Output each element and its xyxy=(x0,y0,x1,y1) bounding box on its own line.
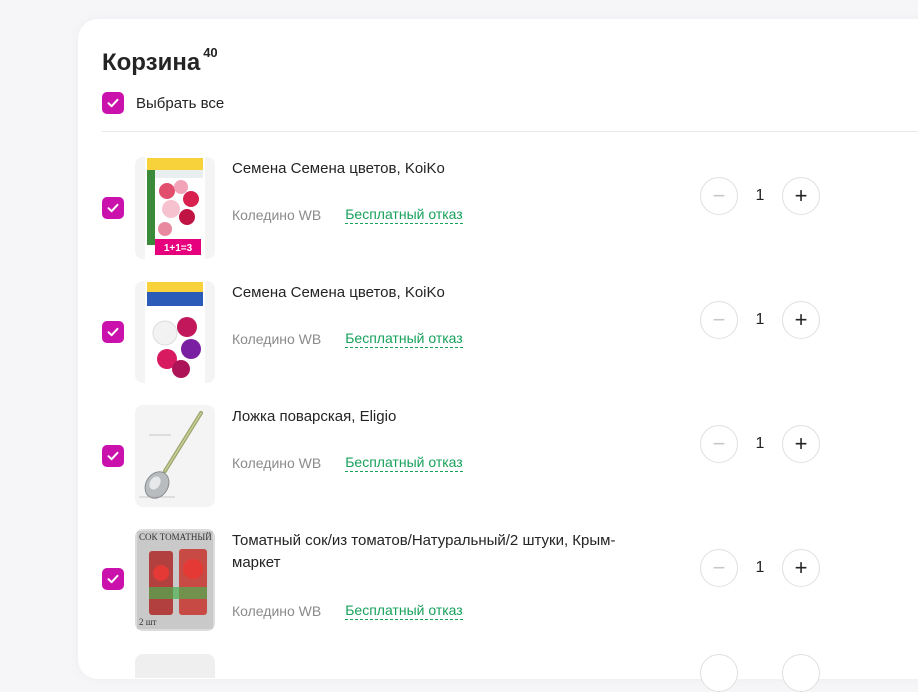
next-item-increase-partial[interactable] xyxy=(782,654,820,692)
warehouse-label: Коледино WB xyxy=(232,455,322,471)
tomato-juice-image: СОК ТОМАТНЫЙ 2 шт xyxy=(135,529,215,631)
quantity-stepper: − 1 + xyxy=(700,177,820,215)
decrease-quantity-button[interactable]: − xyxy=(700,549,738,587)
checkmark-icon xyxy=(107,574,119,584)
quantity-value: 1 xyxy=(755,187,765,204)
quantity-stepper: − 1 + xyxy=(700,301,820,339)
cart-item: Ложка поварская, Eligio Коледино WB Бесп… xyxy=(78,405,918,507)
minus-icon: − xyxy=(712,431,726,456)
free-refusal-link[interactable]: Бесплатный отказ xyxy=(345,330,463,348)
quantity-stepper: − 1 + xyxy=(700,425,820,463)
select-all[interactable]: Выбрать все xyxy=(102,92,224,114)
decrease-quantity-button[interactable]: − xyxy=(700,425,738,463)
product-image[interactable]: СОК ТОМАТНЫЙ 2 шт xyxy=(135,529,215,631)
warehouse-label: Коледино WB xyxy=(232,331,322,347)
item-checkbox[interactable] xyxy=(102,445,124,467)
free-refusal-link[interactable]: Бесплатный отказ xyxy=(345,454,463,472)
quantity-value: 1 xyxy=(755,435,765,452)
increase-quantity-button[interactable]: + xyxy=(782,425,820,463)
item-checkbox[interactable] xyxy=(102,197,124,219)
plus-icon: + xyxy=(794,431,808,456)
plus-icon: + xyxy=(794,307,808,332)
thumb-label: 1+1=3 xyxy=(164,243,193,254)
quantity-value: 1 xyxy=(755,311,765,328)
product-name[interactable]: Томатный сок/из томатов/Натуральный/2 шт… xyxy=(232,530,662,574)
checkmark-icon xyxy=(107,98,119,108)
item-checkbox[interactable] xyxy=(102,568,124,590)
cart-panel: Корзина 40 Выбрать все 1+1=3 Семена Семе… xyxy=(78,19,918,692)
divider xyxy=(102,131,918,132)
cart-item: СОК ТОМАТНЫЙ 2 шт Томатный сок/из томато… xyxy=(78,529,918,631)
product-name[interactable]: Семена Семена цветов, KoiKo xyxy=(232,158,662,180)
increase-quantity-button[interactable]: + xyxy=(782,301,820,339)
checkmark-icon xyxy=(107,327,119,337)
warehouse-label: Коледино WB xyxy=(232,207,322,223)
minus-icon: − xyxy=(712,183,726,208)
free-refusal-link[interactable]: Бесплатный отказ xyxy=(345,206,463,224)
decrease-quantity-button[interactable]: − xyxy=(700,177,738,215)
product-meta: Коледино WB Бесплатный отказ xyxy=(232,206,463,224)
plus-icon: + xyxy=(794,183,808,208)
select-all-label: Выбрать все xyxy=(136,94,225,112)
quantity-stepper: − 1 + xyxy=(700,549,820,587)
select-all-checkbox[interactable] xyxy=(102,92,124,114)
decrease-quantity-button[interactable]: − xyxy=(700,301,738,339)
item-checkbox[interactable] xyxy=(102,321,124,343)
free-refusal-link[interactable]: Бесплатный отказ xyxy=(345,602,463,620)
flower-seeds-image: 1+1=3 xyxy=(145,157,205,259)
flower-seeds-image xyxy=(145,281,205,383)
spoon-image xyxy=(135,405,215,507)
increase-quantity-button[interactable]: + xyxy=(782,549,820,587)
product-name[interactable]: Ложка поварская, Eligio xyxy=(232,406,662,428)
cart-count-badge: 40 xyxy=(203,45,218,60)
minus-icon: − xyxy=(712,555,726,580)
increase-quantity-button[interactable]: + xyxy=(782,177,820,215)
product-meta: Коледино WB Бесплатный отказ xyxy=(232,602,463,620)
thumb-label-bottom: 2 шт xyxy=(139,617,157,627)
product-meta: Коледино WB Бесплатный отказ xyxy=(232,330,463,348)
cart-item: Семена Семена цветов, KoiKo Коледино WB … xyxy=(78,281,918,383)
product-name[interactable]: Семена Семена цветов, KoiKo xyxy=(232,282,662,304)
plus-icon: + xyxy=(794,555,808,580)
cart-header: Корзина 40 xyxy=(102,45,218,77)
checkmark-icon xyxy=(107,203,119,213)
page-title: Корзина xyxy=(102,49,201,76)
next-item-decrease-partial[interactable] xyxy=(700,654,738,692)
quantity-value: 1 xyxy=(755,559,765,576)
minus-icon: − xyxy=(712,307,726,332)
product-image[interactable] xyxy=(135,281,215,383)
checkmark-icon xyxy=(107,451,119,461)
product-meta: Коледино WB Бесплатный отказ xyxy=(232,454,463,472)
cart-item: 1+1=3 Семена Семена цветов, KoiKo Коледи… xyxy=(78,157,918,259)
thumb-label-top: СОК ТОМАТНЫЙ xyxy=(139,532,212,542)
warehouse-label: Коледино WB xyxy=(232,603,322,619)
product-image[interactable]: 1+1=3 xyxy=(135,157,215,259)
product-image[interactable] xyxy=(135,405,215,507)
